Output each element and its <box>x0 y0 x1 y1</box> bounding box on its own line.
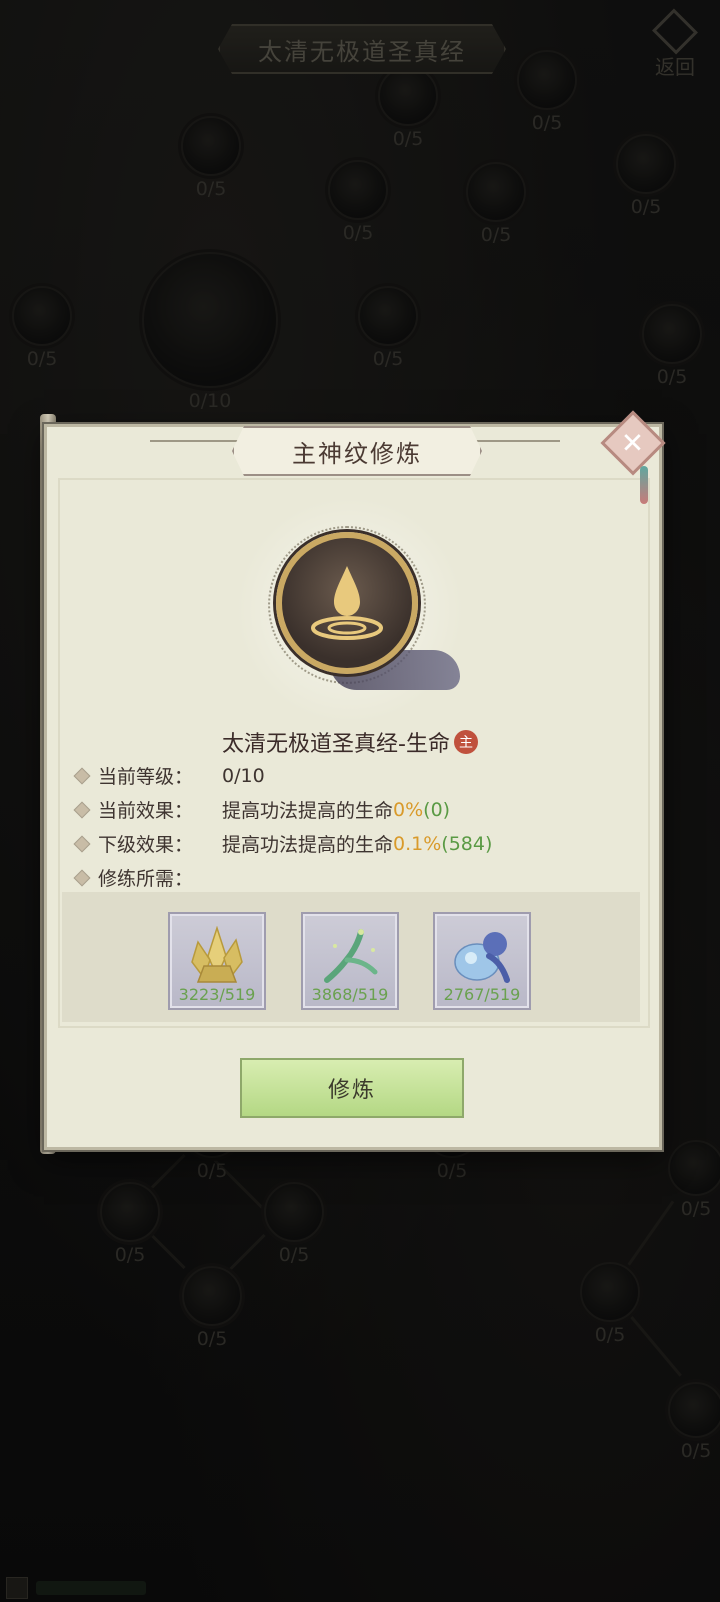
tassel-decoration <box>640 466 648 504</box>
current-level-label: 当前等级： <box>98 766 194 788</box>
diamond-icon <box>73 767 91 784</box>
material-item-gold-crystal[interactable]: 3223/519 <box>168 912 266 1010</box>
current-effect-row: 当前效果： 提高功法提高的生命 0% (0) <box>73 796 451 823</box>
skill-name-text: 太清无极道圣真经-生命 <box>222 732 450 757</box>
green-branch-icon <box>324 929 378 983</box>
requirement-row: 修练所需： <box>73 864 222 891</box>
current-effect-value: (0) <box>423 798 451 821</box>
current-effect-label: 当前效果： <box>98 800 194 822</box>
blue-spirit-icon <box>454 932 510 983</box>
material-count: 2767/519 <box>443 985 521 1004</box>
cultivate-button[interactable]: 修炼 <box>240 1058 464 1118</box>
material-count: 3223/519 <box>178 985 256 1004</box>
dialog-title: 主神纹修炼 <box>232 426 482 476</box>
close-icon: ✕ <box>621 426 645 460</box>
material-count: 3868/519 <box>311 985 389 1004</box>
next-effect-label: 下级效果： <box>98 834 194 856</box>
skill-name: 太清无极道圣真经-生命 主 <box>222 726 478 758</box>
next-effect-row: 下级效果： 提高功法提高的生命 0.1% (584) <box>73 830 493 857</box>
next-effect-value: (584) <box>441 832 493 855</box>
skill-emblem-icon <box>276 532 418 674</box>
diamond-icon <box>73 835 91 852</box>
main-badge: 主 <box>453 730 478 754</box>
requirement-label: 修练所需： <box>98 868 194 890</box>
material-item-blue-spirit[interactable]: 2767/519 <box>433 912 531 1010</box>
current-level-row: 当前等级： 0/10 <box>73 762 265 789</box>
water-drop-icon <box>311 566 383 640</box>
next-effect-text: 提高功法提高的生命 <box>222 834 394 856</box>
diamond-icon <box>73 801 91 818</box>
material-item-green-branch[interactable]: 3868/519 <box>301 912 399 1010</box>
diamond-icon <box>73 869 91 886</box>
current-effect-text: 提高功法提高的生命 <box>222 800 394 822</box>
current-level-value: 0/10 <box>222 764 265 787</box>
gold-crystal-icon <box>191 926 243 983</box>
current-effect-percent: 0% <box>393 798 424 821</box>
next-effect-percent: 0.1% <box>393 832 442 855</box>
